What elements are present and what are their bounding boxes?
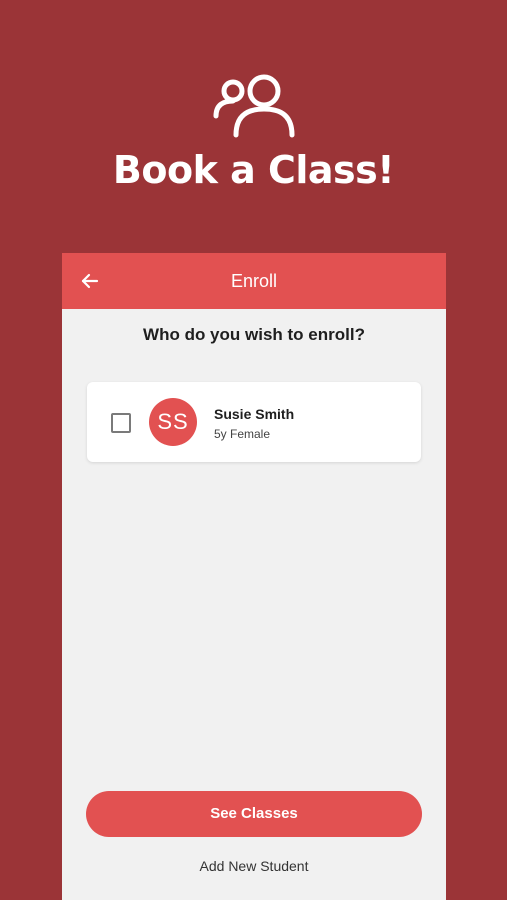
app-screen: Enroll Who do you wish to enroll? SS Sus… — [62, 253, 446, 900]
student-card[interactable]: SS Susie Smith 5y Female — [87, 382, 421, 462]
student-checkbox[interactable] — [111, 413, 131, 433]
add-new-student-link[interactable]: Add New Student — [62, 858, 446, 874]
see-classes-button[interactable]: See Classes — [86, 791, 422, 837]
app-bar: Enroll — [62, 253, 446, 309]
users-icon — [213, 74, 295, 138]
hero-title: Book a Class! — [112, 148, 395, 192]
promo-screen: Book a Class! Enroll Who do you wish to … — [0, 0, 507, 900]
arrow-left-icon[interactable] — [78, 269, 102, 293]
app-bar-title: Enroll — [230, 271, 278, 291]
avatar: SS — [149, 398, 197, 446]
student-name: Susie Smith — [214, 406, 295, 422]
student-details: 5y Female — [214, 427, 271, 441]
enroll-question: Who do you wish to enroll? — [143, 325, 365, 344]
